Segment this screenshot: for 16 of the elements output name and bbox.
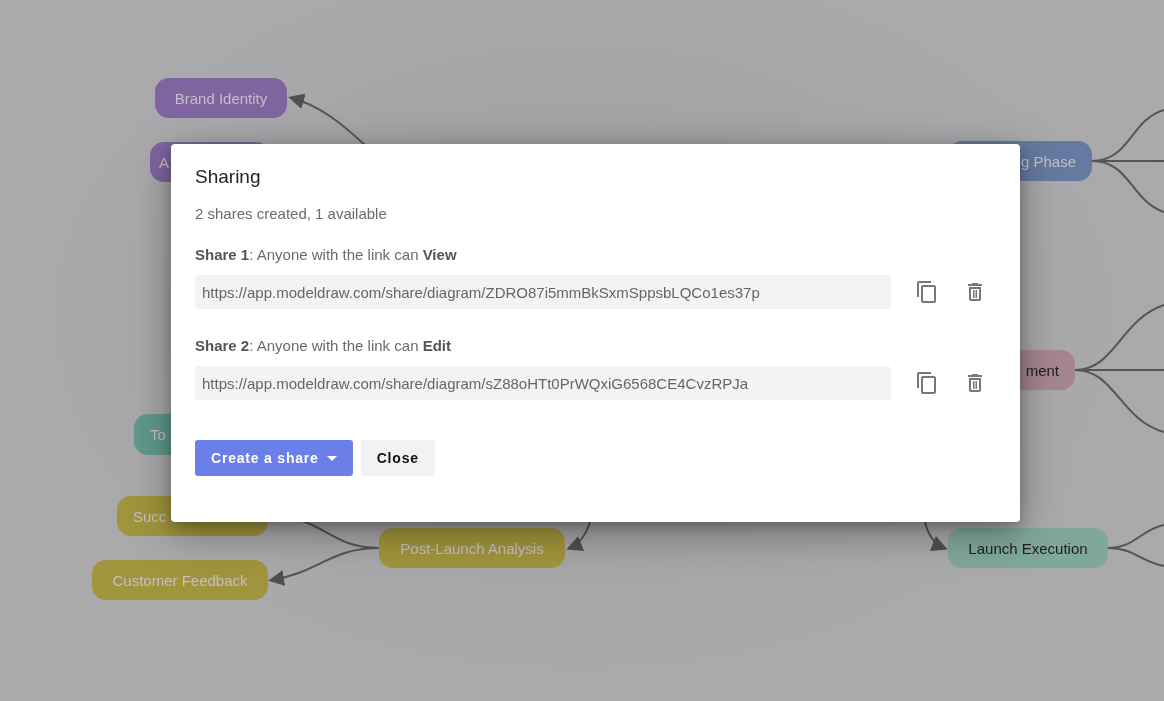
diagram-node: Launch Execution	[948, 528, 1108, 568]
link-field[interactable]: https://app.modeldraw.com/share/diagram/ZDRO87i5mmBkSxmSppsbLQCo1es37p	[195, 275, 891, 309]
diagram-node: Brand Identity	[155, 78, 287, 118]
link-field[interactable]: https://app.modeldraw.com/share/diagram/sZ88oHTt0PrWQxiG6568CE4CvzRPJa	[195, 366, 891, 400]
create-share-button[interactable]: Create a share	[195, 440, 353, 476]
connector-line	[1107, 547, 1164, 567]
diagram-node: Customer Feedback	[92, 560, 268, 600]
share-caption: Share 2: Anyone with the link can Edit	[195, 337, 451, 354]
share-summary: 2 shares created, 1 available	[195, 205, 387, 222]
copy-icon	[915, 280, 939, 304]
connector-arrow	[566, 521, 591, 551]
close-button[interactable]: Close	[360, 440, 435, 476]
diagram-node: Post-Launch Analysis	[379, 528, 565, 568]
share-caption: Share 1: Anyone with the link can View	[195, 246, 457, 263]
copy-icon	[915, 371, 939, 395]
connector-arrow	[924, 521, 948, 551]
